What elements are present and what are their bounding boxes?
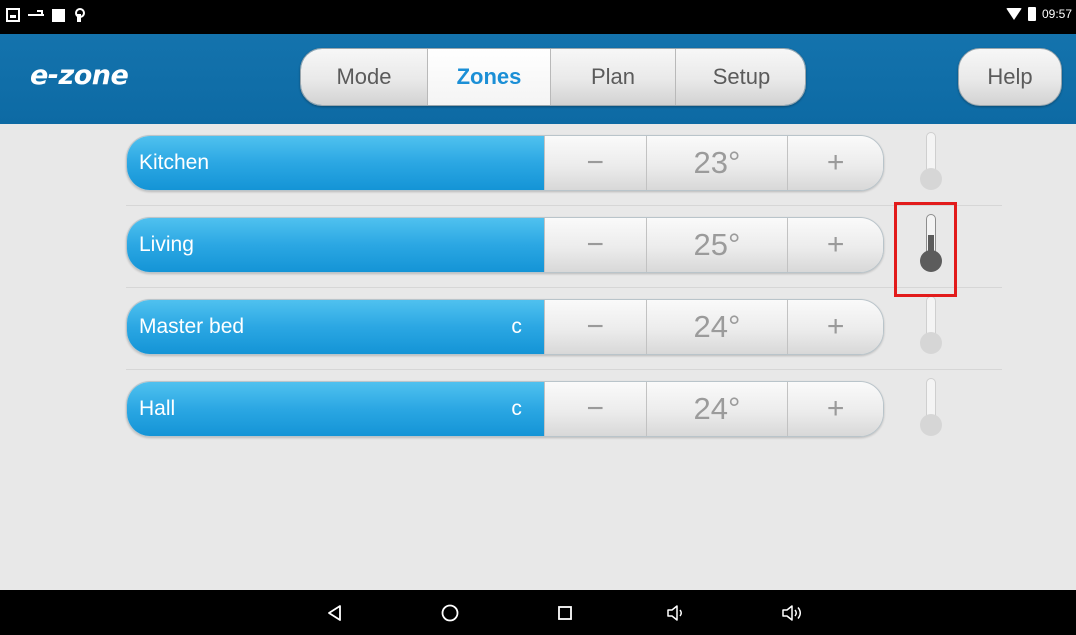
zone-mode-label: c <box>511 315 522 338</box>
tab-mode[interactable]: Mode <box>301 49 428 105</box>
notification-icons <box>6 8 85 22</box>
battery-icon <box>1027 7 1036 21</box>
zone-name-label: Living <box>139 233 194 256</box>
wifi-icon <box>1005 8 1022 20</box>
temperature-value: 24° <box>645 382 788 436</box>
zone-control: Kitchen − 23° + <box>126 135 884 191</box>
zone-name-button[interactable]: Master bed c <box>127 300 544 354</box>
main-tabs: Mode Zones Plan Setup <box>300 48 806 106</box>
zone-list: Kitchen − 23° + Living − 25° + Master be… <box>0 124 1076 590</box>
zone-name-button[interactable]: Hall c <box>127 382 544 436</box>
thermometer-icon[interactable] <box>918 132 944 194</box>
help-button[interactable]: Help <box>958 48 1062 106</box>
zone-control: Living − 25° + <box>126 217 884 273</box>
zone-name-label: Kitchen <box>139 151 210 174</box>
zone-control: Hall c − 24° + <box>126 381 884 437</box>
system-icons: 09:57 <box>1005 7 1072 21</box>
decrease-temp-button[interactable]: − <box>543 136 646 190</box>
zone-name-button[interactable]: Kitchen <box>127 136 544 190</box>
home-icon[interactable] <box>437 600 463 626</box>
zone-row-kitchen: Kitchen − 23° + <box>126 124 1002 206</box>
zone-row-living: Living − 25° + <box>126 206 1002 288</box>
volume-down-icon[interactable] <box>664 600 690 626</box>
touch-icon <box>73 8 85 22</box>
volume-up-icon[interactable] <box>780 600 806 626</box>
increase-temp-button[interactable]: + <box>787 382 883 436</box>
zone-row-master-bed: Master bed c − 24° + <box>126 288 1002 370</box>
zone-name-label: Master bed <box>139 315 245 338</box>
decrease-temp-button[interactable]: − <box>543 382 646 436</box>
increase-temp-button[interactable]: + <box>787 218 883 272</box>
gallery-icon <box>6 8 20 22</box>
temperature-value: 24° <box>645 300 788 354</box>
highlight-box <box>894 202 957 297</box>
app-logo: e-zone <box>30 60 129 91</box>
tab-zones[interactable]: Zones <box>428 49 551 105</box>
tab-setup[interactable]: Setup <box>676 49 805 105</box>
zone-name-label: Hall <box>139 397 176 420</box>
zone-name-button[interactable]: Living <box>127 218 544 272</box>
increase-temp-button[interactable]: + <box>787 300 883 354</box>
back-icon[interactable] <box>322 600 348 626</box>
increase-temp-button[interactable]: + <box>787 136 883 190</box>
zone-mode-label: c <box>511 397 522 420</box>
tab-plan[interactable]: Plan <box>551 49 676 105</box>
thermometer-icon[interactable] <box>918 296 944 358</box>
app-header: e-zone Mode Zones Plan Setup Help <box>0 34 1076 124</box>
decrease-temp-button[interactable]: − <box>543 300 646 354</box>
temperature-value: 23° <box>645 136 788 190</box>
zone-control: Master bed c − 24° + <box>126 299 884 355</box>
usb-icon <box>28 8 44 22</box>
square-icon <box>52 8 65 22</box>
status-time: 09:57 <box>1041 7 1072 21</box>
zone-row-hall: Hall c − 24° + <box>126 370 1002 452</box>
recent-apps-icon[interactable] <box>552 600 578 626</box>
thermometer-icon[interactable] <box>918 378 944 440</box>
status-bar: 09:57 <box>0 0 1076 34</box>
navigation-bar <box>0 590 1076 635</box>
decrease-temp-button[interactable]: − <box>543 218 646 272</box>
temperature-value: 25° <box>645 218 788 272</box>
